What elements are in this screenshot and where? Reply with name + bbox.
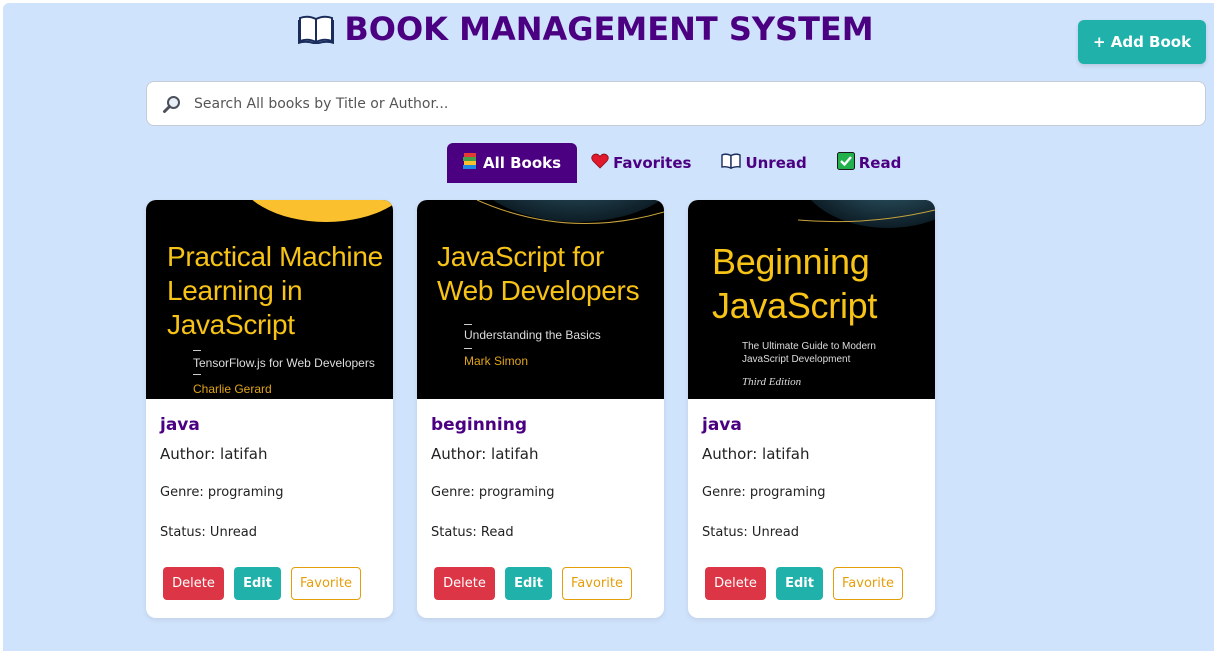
favorite-button[interactable]: Favorite: [562, 567, 632, 600]
favorite-button[interactable]: Favorite: [291, 567, 361, 600]
cover-subtitle: The Ultimate Guide to Modern JavaScript …: [742, 341, 876, 365]
tab-read[interactable]: Read: [823, 143, 918, 183]
cover-title: Beginning JavaScript: [712, 241, 878, 326]
book-genre: Genre: programing: [702, 485, 826, 500]
book-cover-image: JavaScript for Web Developers Understand…: [417, 200, 664, 399]
add-book-button[interactable]: + Add Book: [1078, 20, 1206, 64]
cover-author: Mark Simon: [464, 354, 529, 368]
book-status: Status: Read: [431, 525, 514, 540]
cover-divider: [464, 324, 472, 325]
favorite-button[interactable]: Favorite: [833, 567, 903, 600]
page-title: BOOK MANAGEMENT SYSTEM: [3, 10, 1169, 52]
cover-title: Practical Machine Learning in JavaScript: [167, 241, 383, 340]
tab-all-books[interactable]: All Books: [447, 143, 578, 183]
app-container: BOOK MANAGEMENT SYSTEM + Add Book All Bo…: [3, 3, 1214, 651]
card-actions: Delete Edit Favorite: [434, 567, 632, 600]
card-actions: Delete Edit Favorite: [163, 567, 361, 600]
delete-button[interactable]: Delete: [434, 567, 495, 600]
book-list: Practical Machine Learning in JavaScript…: [146, 200, 935, 618]
cover-author: Charlie Gerard: [193, 382, 272, 396]
books-icon: [461, 152, 479, 174]
tab-label: Unread: [745, 154, 807, 172]
book-card: Beginning JavaScript The Ultimate Guide …: [688, 200, 935, 618]
book-card: JavaScript for Web Developers Understand…: [417, 200, 664, 618]
search-bar: [146, 81, 1206, 126]
book-author: Author: latifah: [431, 445, 539, 463]
book-title: java: [160, 415, 200, 435]
book-card: Practical Machine Learning in JavaScript…: [146, 200, 393, 618]
cover-divider: [464, 348, 472, 349]
book-status: Status: Unread: [160, 525, 257, 540]
tab-favorites[interactable]: Favorites: [577, 143, 707, 183]
check-icon: [836, 152, 855, 174]
book-cover-image: Practical Machine Learning in JavaScript…: [146, 200, 393, 399]
book-title: java: [702, 415, 742, 435]
tab-label: All Books: [483, 154, 562, 172]
delete-button[interactable]: Delete: [705, 567, 766, 600]
tab-label: Favorites: [613, 154, 692, 172]
cover-subtitle: Understanding the Basics: [464, 328, 601, 342]
magnifier-icon: [162, 94, 182, 114]
book-author: Author: latifah: [160, 445, 268, 463]
book-cover-image: Beginning JavaScript The Ultimate Guide …: [688, 200, 935, 399]
edit-button[interactable]: Edit: [505, 567, 552, 600]
cover-edition: Third Edition: [742, 376, 802, 388]
open-book-icon: [297, 14, 336, 52]
book-author: Author: latifah: [702, 445, 810, 463]
book-genre: Genre: programing: [160, 485, 284, 500]
filter-tabs: All Books Favorites Unread Read: [447, 143, 917, 183]
book-status: Status: Unread: [702, 525, 799, 540]
page-title-text: BOOK MANAGEMENT SYSTEM: [344, 10, 874, 48]
cover-divider: [193, 350, 201, 351]
tab-unread[interactable]: Unread: [707, 143, 822, 183]
card-actions: Delete Edit Favorite: [705, 567, 903, 600]
book-title: beginning: [431, 415, 527, 435]
tab-label: Read: [858, 154, 902, 172]
search-input[interactable]: [194, 95, 1154, 112]
delete-button[interactable]: Delete: [163, 567, 224, 600]
heart-icon: [591, 153, 609, 173]
cover-title: JavaScript for Web Developers: [437, 241, 640, 306]
cover-subtitle: TensorFlow.js for Web Developers: [193, 356, 375, 370]
edit-button[interactable]: Edit: [776, 567, 823, 600]
cover-divider: [193, 374, 201, 375]
edit-button[interactable]: Edit: [234, 567, 281, 600]
book-genre: Genre: programing: [431, 485, 555, 500]
open-book-icon: [721, 153, 742, 173]
